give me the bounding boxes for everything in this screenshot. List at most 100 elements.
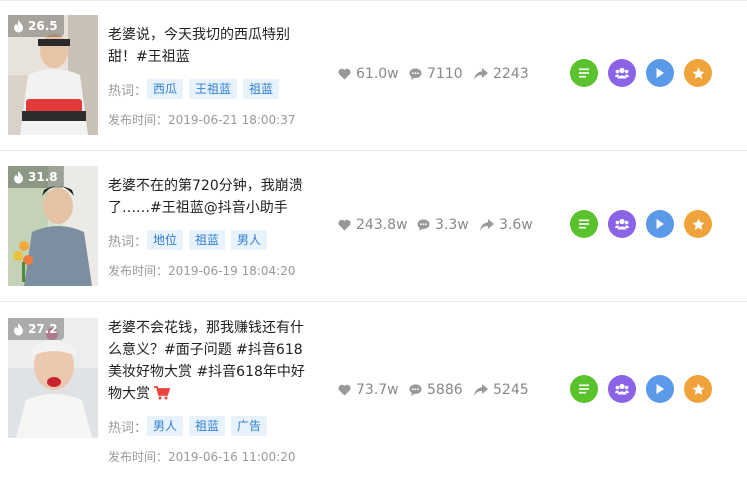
favorite-button[interactable] (684, 375, 712, 403)
list-icon (579, 384, 589, 394)
video-thumbnail[interactable]: 27.2 (8, 318, 98, 438)
users-icon (615, 218, 629, 230)
likes-count: 243.8w (356, 217, 408, 233)
heart-icon (338, 219, 351, 231)
tag[interactable]: 王祖蓝 (189, 79, 238, 99)
hot-words-label: 热词： (108, 234, 148, 250)
title-line: 老婆说，今天我切的西瓜特别 (108, 27, 290, 43)
favorite-button[interactable] (684, 59, 712, 87)
share-arrow-icon (480, 219, 494, 231)
fans-button[interactable] (608, 375, 636, 403)
publish-time-label: 发布时间： (108, 264, 169, 278)
play-button[interactable] (646, 210, 674, 238)
star-icon (692, 218, 704, 230)
video-thumbnail[interactable]: 26.5 (8, 15, 98, 135)
hot-words-label: 热词： (108, 83, 148, 99)
detail-button[interactable] (570, 210, 598, 238)
publish-time-value: 2019-06-16 11:00:20 (168, 450, 296, 464)
heat-badge: 27.2 (8, 318, 64, 340)
shopping-cart-icon[interactable] (154, 386, 170, 400)
star-icon (692, 383, 704, 395)
shares-stat: 3.6w (480, 217, 533, 233)
heart-icon (338, 68, 351, 80)
play-icon (656, 219, 664, 229)
heat-badge: 26.5 (8, 15, 64, 37)
shares-stat: 5245 (474, 382, 529, 398)
hot-words-label: 热词： (108, 420, 148, 436)
detail-button[interactable] (570, 59, 598, 87)
video-row-3: 27.2 老婆不会花钱，那我赚钱还有什 么意义？#面子问题 #抖音618 美妆好… (0, 302, 747, 479)
publish-time-value: 2019-06-21 18:00:37 (168, 113, 296, 127)
list-icon (579, 68, 589, 78)
comments-count: 7110 (427, 66, 463, 82)
comments-stat: 7110 (409, 66, 463, 82)
publish-date: 发布时间：2019-06-21 18:00:37 (108, 111, 295, 128)
video-title[interactable]: 老婆说，今天我切的西瓜特别 甜！#王祖蓝 (108, 24, 308, 68)
tag[interactable]: 男人 (147, 416, 184, 436)
fire-icon (14, 19, 23, 32)
publish-date: 发布时间：2019-06-16 11:00:20 (108, 448, 295, 465)
comments-count: 5886 (427, 382, 463, 398)
heat-value: 27.2 (28, 322, 58, 336)
share-arrow-icon (474, 384, 488, 396)
shares-count: 2243 (493, 66, 529, 82)
video-title[interactable]: 老婆不在的第720分钟，我崩溃 了……#王祖蓝@抖音小助手 (108, 175, 308, 219)
title-line: 老婆不在的第720分钟，我崩溃 (108, 178, 303, 194)
publish-time-value: 2019-06-19 18:04:20 (168, 264, 296, 278)
heat-badge: 31.8 (8, 166, 64, 188)
tag[interactable]: 男人 (231, 230, 268, 250)
likes-stat: 73.7w (338, 382, 399, 398)
play-button[interactable] (646, 375, 674, 403)
hot-words: 热词： 男人 祖蓝 广告 (108, 416, 273, 436)
likes-count: 73.7w (356, 382, 399, 398)
fans-button[interactable] (608, 210, 636, 238)
tag[interactable]: 祖蓝 (189, 230, 226, 250)
publish-time-label: 发布时间： (108, 113, 169, 127)
fans-button[interactable] (608, 59, 636, 87)
heart-icon (338, 384, 351, 396)
users-icon (615, 67, 629, 79)
tag[interactable]: 祖蓝 (189, 416, 226, 436)
shares-count: 3.6w (499, 217, 533, 233)
video-title[interactable]: 老婆不会花钱，那我赚钱还有什 么意义？#面子问题 #抖音618 美妆好物大赏 #… (108, 317, 308, 405)
comment-bubble-icon (409, 384, 422, 396)
video-row-1: 26.5 老婆说，今天我切的西瓜特别 甜！#王祖蓝 热词： 西瓜 王祖蓝 祖蓝 … (0, 0, 747, 151)
heat-value: 31.8 (28, 170, 58, 184)
title-line: 甜！#王祖蓝 (108, 49, 190, 65)
video-row-2: 31.8 老婆不在的第720分钟，我崩溃 了……#王祖蓝@抖音小助手 热词： 地… (0, 151, 747, 302)
shares-count: 5245 (493, 382, 529, 398)
shares-stat: 2243 (474, 66, 529, 82)
likes-stat: 61.0w (338, 66, 399, 82)
favorite-button[interactable] (684, 210, 712, 238)
share-arrow-icon (474, 68, 488, 80)
heat-value: 26.5 (28, 19, 58, 33)
comment-bubble-icon (409, 68, 422, 80)
play-icon (656, 384, 664, 394)
comments-count: 3.3w (435, 217, 469, 233)
publish-time-label: 发布时间： (108, 450, 169, 464)
fire-icon (14, 322, 23, 335)
title-line: 物大赏 (108, 386, 150, 402)
detail-button[interactable] (570, 375, 598, 403)
users-icon (615, 383, 629, 395)
tag[interactable]: 祖蓝 (243, 79, 280, 99)
play-icon (656, 68, 664, 78)
title-line: 了……#王祖蓝@抖音小助手 (108, 200, 288, 216)
hot-words: 热词： 西瓜 王祖蓝 祖蓝 (108, 79, 285, 99)
tag[interactable]: 西瓜 (147, 79, 184, 99)
list-icon (579, 219, 589, 229)
tag[interactable]: 地位 (147, 230, 184, 250)
comment-bubble-icon (417, 219, 430, 231)
comments-stat: 5886 (409, 382, 463, 398)
publish-date: 发布时间：2019-06-19 18:04:20 (108, 262, 295, 279)
likes-count: 61.0w (356, 66, 399, 82)
title-line: 么意义？#面子问题 #抖音618 (108, 342, 303, 358)
play-button[interactable] (646, 59, 674, 87)
tag[interactable]: 广告 (231, 416, 268, 436)
title-line-with-cart: 物大赏 (108, 383, 308, 405)
fire-icon (14, 170, 23, 183)
title-line: 美妆好物大赏 #抖音618年中好 (108, 364, 305, 380)
likes-stat: 243.8w (338, 217, 408, 233)
video-thumbnail[interactable]: 31.8 (8, 166, 98, 286)
title-line: 老婆不会花钱，那我赚钱还有什 (108, 320, 304, 336)
